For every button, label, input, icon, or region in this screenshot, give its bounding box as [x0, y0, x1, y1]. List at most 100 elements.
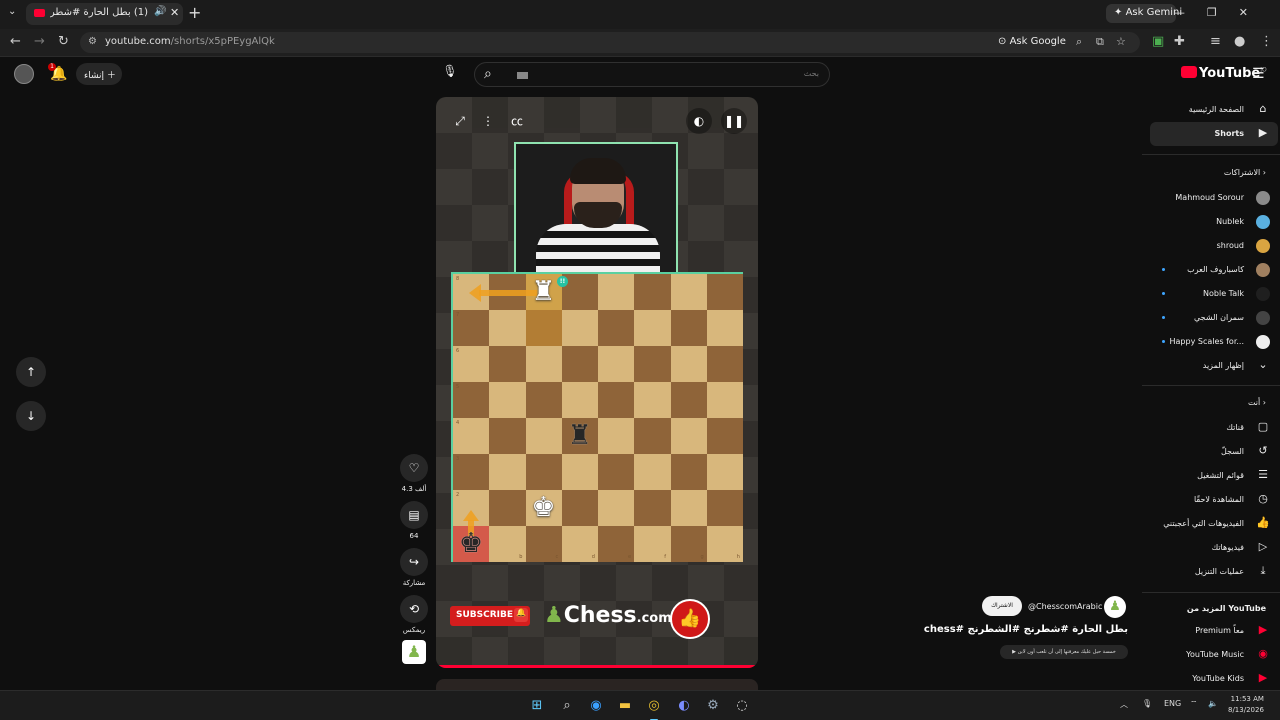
subscriptions-header[interactable]: الاشتراكات › [1224, 168, 1266, 177]
zoom-icon[interactable]: ⌕ [1076, 35, 1082, 49]
file-coordinate: b [519, 554, 523, 560]
share-action[interactable]: ↪ مشاركة [400, 548, 428, 587]
input-language[interactable]: ENG [1164, 699, 1181, 708]
sidebar-item-downloads[interactable]: عمليات التنزيل ⤓ [1150, 560, 1278, 584]
sidebar-subscription[interactable]: Noble Talk [1150, 282, 1278, 306]
notifications-bell-icon[interactable]: 🔔 1 [48, 63, 67, 82]
sidebar-item-playlists[interactable]: قوائم التشغيل ☰ [1150, 464, 1278, 488]
browser-tab[interactable]: (1) بطل الحارة #شطرنج #الش... 🔊 ✕ [26, 3, 183, 25]
create-button[interactable]: إنشاء ＋ [76, 63, 122, 85]
video-title[interactable]: بطل الحارة #شطرنج #الشطرنج #chess [900, 624, 1128, 635]
rank-coordinate: 7 [456, 312, 460, 318]
like-action[interactable]: ♡ 4.3 ألف [400, 454, 428, 493]
remix-icon[interactable]: ⟲ [400, 595, 428, 623]
bookmark-star-icon[interactable]: ☆ [1116, 35, 1126, 48]
network-icon[interactable]: ⌔ [1190, 699, 1198, 709]
voice-search-mic-icon[interactable]: 🎙 [440, 64, 460, 84]
expand-icon[interactable]: ⤢ [447, 108, 473, 134]
channel-handle[interactable]: @ChesscomArabic [1028, 602, 1102, 611]
ask-google-button[interactable]: ⊙ Ask Google [998, 36, 1066, 47]
sidebar-item-kids[interactable]: YouTube Kids ▶ [1150, 667, 1278, 691]
video-progress-bar[interactable] [436, 665, 758, 668]
remix-action[interactable]: ⟲ ريمكس [400, 595, 428, 634]
previous-short-button[interactable]: ↑ [16, 357, 46, 387]
close-tab-icon[interactable]: ✕ [170, 6, 179, 19]
search-icon[interactable]: ⌕ [484, 66, 492, 82]
sidebar-item-shorts[interactable]: Shorts ▶ [1150, 122, 1278, 146]
tray-mic-icon[interactable]: 🎙 [1142, 699, 1152, 708]
sidebar-item-watch-later[interactable]: المشاهدة لاحقًا ◷ [1150, 488, 1278, 512]
comment-icon[interactable]: ▤ [400, 501, 428, 529]
taskbar-search-icon[interactable]: ⌕ [558, 697, 576, 715]
sidebar-subscription[interactable]: Mahmoud Sorour [1150, 186, 1278, 210]
back-arrow-icon[interactable]: ← [10, 34, 21, 49]
sidebar-item-history[interactable]: السجلّ ↺ [1150, 440, 1278, 464]
tray-overflow-chevron-icon[interactable]: ︿ [1120, 699, 1128, 710]
browser-menu-icon[interactable]: ⋮ [1260, 34, 1273, 49]
pause-icon[interactable]: ❚❚ [721, 108, 747, 134]
captions-icon[interactable]: ㏄ [504, 108, 530, 134]
channel-avatar [1256, 191, 1270, 205]
audio-playing-icon[interactable]: 🔊 [154, 6, 166, 17]
system-clock[interactable]: 11:53 AM 8/13/2026 [1228, 694, 1264, 716]
sidebar-subscription[interactable]: Nublek [1150, 210, 1278, 234]
sidebar-item-your-channel[interactable]: قناتك ▢ [1150, 416, 1278, 440]
account-avatar[interactable] [14, 64, 34, 84]
sidebar-subscription[interactable]: سمران الشجي [1150, 306, 1278, 330]
forward-arrow-icon[interactable]: → [34, 34, 45, 49]
sidebar-item-home[interactable]: الصفحة الرئيسية ⌂ [1150, 98, 1278, 122]
media-controls-icon[interactable]: ≡ [1210, 34, 1221, 49]
reload-icon[interactable]: ↻ [58, 34, 69, 49]
sidebar-subscription[interactable]: Happy Scales for... [1150, 330, 1278, 354]
shorts-player[interactable]: ⤢ ⋮ ㏄ ◐ ❚❚ 8 7 6 5 4 3 2 b c d e f g h ♜ ♜ ♚ ♚!! SUBSCRIB… [436, 97, 758, 668]
notification-badge: 1 [48, 63, 56, 71]
bell-icon: 🔔 [514, 608, 528, 622]
like-heart-icon[interactable]: ♡ [400, 454, 428, 482]
new-tab-icon[interactable]: + [188, 3, 201, 22]
sidebar-item-premium[interactable]: Premium معاً ▶ [1150, 619, 1278, 643]
description-pill[interactable]: خمسة حيل عليك معرفتها إلى أن تلعب أون لا… [1000, 645, 1128, 659]
channel-avatar[interactable]: ♟ [1104, 596, 1126, 618]
more-options-icon[interactable]: ⋮ [475, 108, 501, 134]
edge-browser-icon[interactable]: ◉ [587, 697, 605, 715]
sidebar-item-music[interactable]: YouTube Music ◉ [1150, 643, 1278, 667]
you-header[interactable]: أنت › [1248, 398, 1266, 407]
board-square-g5 [670, 382, 707, 418]
sidebar-subscription[interactable]: كاسباروف العرب [1150, 258, 1278, 282]
share-icon[interactable]: ↪ [400, 548, 428, 576]
extension-badge-icon[interactable]: ▣ [1152, 34, 1164, 49]
address-bar[interactable]: ⚙ youtube.com/shorts/x5pPEygAlQk ⊙ Ask G… [80, 32, 1140, 53]
sidebar-subscription[interactable]: shroud [1150, 234, 1278, 258]
sidebar-item-liked-videos[interactable]: الفيديوهات التي أعجبتني 👍 [1150, 512, 1278, 536]
comments-action[interactable]: ▤ 64 [400, 501, 428, 540]
subscribe-button[interactable]: الاشتراك [982, 596, 1022, 616]
extensions-puzzle-icon[interactable]: ✚ [1174, 34, 1185, 49]
tab-list-chevron-icon[interactable]: ⌄ [8, 6, 16, 17]
next-short-button[interactable]: ↓ [16, 401, 46, 431]
discord-icon[interactable]: ◐ [675, 697, 693, 715]
app-icon[interactable]: ◌ [733, 697, 751, 715]
steam-icon[interactable]: ⚙ [704, 697, 722, 715]
windows-start-icon[interactable]: ⊞ [528, 697, 546, 715]
chrome-browser-icon[interactable]: ◎ [645, 697, 663, 720]
search-input[interactable]: ⌕ بحث [474, 62, 830, 87]
sidebar-item-label: YouTube Kids [1192, 674, 1244, 683]
profile-avatar-icon[interactable]: ● [1234, 34, 1245, 49]
sidebar-item-label: فيديوهاتك [1211, 543, 1244, 552]
channel-avatar-button[interactable]: ♟ [402, 640, 426, 664]
file-explorer-icon[interactable]: ▬ [616, 697, 634, 715]
ask-gemini-button[interactable]: ✦ Ask Gemini [1106, 4, 1182, 23]
remix-label: ريمكس [402, 626, 426, 634]
install-app-icon[interactable]: ⧉ [1096, 35, 1104, 49]
site-info-icon[interactable]: ⚙ [88, 36, 97, 47]
sidebar-show-more[interactable]: إظهار المزيد ⌄ [1150, 354, 1278, 378]
sidebar-item-your-videos[interactable]: فيديوهاتك ▷ [1150, 536, 1278, 560]
pawn-avatar-icon: ♟ [406, 642, 422, 661]
channel-avatar [1256, 287, 1270, 301]
speaker-icon[interactable]: 🔈 [1208, 699, 1218, 708]
menu-hamburger-icon[interactable]: ☰ [1252, 66, 1265, 82]
window-controls[interactable]: —❐✕ [1174, 6, 1270, 19]
sidebar-divider [1142, 592, 1280, 593]
volume-icon[interactable]: ◐ [686, 108, 712, 134]
board-square-c7 [525, 310, 562, 346]
